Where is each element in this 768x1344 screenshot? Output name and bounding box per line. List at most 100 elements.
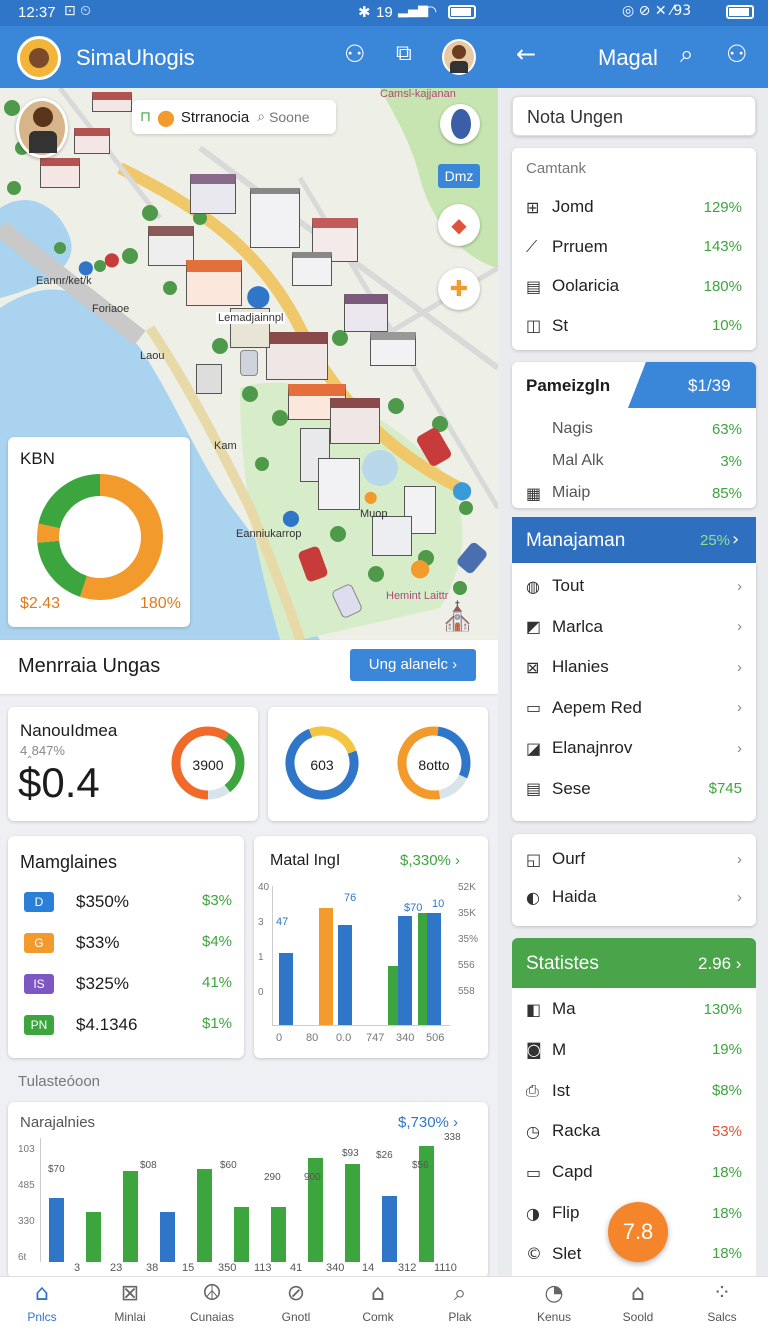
tab-1[interactable]: ⊠ Minlai — [90, 1280, 170, 1324]
narajalnies-chart-card[interactable]: Narajalnies $,730% › 103 485 330 6t 3 23 38 15 3… — [8, 1102, 488, 1278]
row-icon: ◙ — [526, 1040, 542, 1060]
panel-row[interactable]: ◩ Marlca › — [512, 608, 756, 646]
bottom-chart-bar[interactable] — [197, 1169, 212, 1262]
right-search-field[interactable]: Nota Ungen — [512, 96, 756, 136]
wifi-icon: ◠ — [424, 2, 438, 20]
mini-chart-bar[interactable] — [427, 913, 442, 1025]
panel-row[interactable]: ⎙ Ist $8% — [512, 1072, 756, 1110]
panel-row[interactable]: ◪ Elanajnrov › — [512, 729, 756, 767]
section-button[interactable]: Ung alanelc › — [350, 649, 476, 681]
kbn-title: KBN — [20, 449, 55, 468]
panel-row[interactable]: ◐ Haida › — [512, 878, 756, 916]
bottom-data-label: $70 — [48, 1164, 65, 1175]
mini-y-tick: 1 — [258, 952, 264, 963]
mini-chart-bar[interactable] — [397, 916, 412, 1025]
status-battery-text: 19 — [376, 4, 393, 21]
map-label: Muop — [360, 508, 388, 520]
mini-chart-bar[interactable] — [318, 908, 333, 1025]
rings-card[interactable]: 603 8otto — [268, 707, 488, 821]
map-building — [40, 158, 80, 188]
profile-icon[interactable]: ⚇ — [344, 40, 366, 68]
tab-label: Plak — [448, 1310, 472, 1324]
panel-row[interactable]: ⟋ Prruem 143% — [512, 228, 756, 266]
user-icon[interactable]: ⚇ — [726, 40, 748, 68]
bottom-x-tick: 41 — [290, 1262, 303, 1274]
bottom-chart-bar[interactable] — [234, 1207, 249, 1262]
map-pin-icon[interactable]: ⬤ — [246, 284, 271, 309]
row-value: › — [737, 577, 742, 595]
panel-row[interactable]: ▦ Miaip 85% — [512, 474, 756, 508]
stats-header[interactable]: Statistes 2.96 › — [512, 938, 756, 988]
search-icon[interactable]: ⌕ — [680, 40, 693, 68]
matal-chart-card[interactable]: Matal IngI $,330% › 40 3 1 0 52K 35K 35% 556 558… — [254, 836, 488, 1058]
promo-value[interactable]: $1/39 — [688, 376, 731, 396]
bottom-chart-bar[interactable] — [86, 1212, 101, 1262]
tab-8[interactable]: ⁘ Salcs — [682, 1280, 762, 1324]
tab-7[interactable]: ⌂ Soold — [598, 1280, 678, 1324]
tab-3[interactable]: ⊘ Gnotl — [256, 1280, 336, 1324]
bottom-chart-bar[interactable] — [345, 1164, 360, 1262]
list-card-title: Mamglaines — [20, 852, 118, 872]
nanou-stat-card[interactable]: NanouIdmea 4‸847% $0.4 3900 — [8, 707, 258, 821]
locate-button[interactable]: ✚ — [438, 268, 480, 310]
map-pin-icon[interactable]: ⬤ — [78, 260, 94, 276]
bottom-chart-bar[interactable] — [382, 1195, 397, 1262]
kbn-donut-card[interactable]: KBN $2.43 180% — [8, 437, 190, 627]
bottom-chart-bar[interactable] — [271, 1207, 286, 1262]
panel-row[interactable]: ◧ Ma 130% — [512, 990, 756, 1028]
bottom-data-label: 290 — [264, 1172, 281, 1183]
tab-5[interactable]: ⌕ Plak — [420, 1280, 500, 1324]
panel-row[interactable]: ◫ St 10% — [512, 307, 756, 345]
tab-2[interactable]: ☮ Cunaias — [172, 1280, 252, 1324]
list-badge: G — [24, 933, 54, 953]
mini-chart-link[interactable]: $,330% › — [400, 852, 460, 869]
panel-row[interactable]: ⊠ Hlanies › — [512, 648, 756, 686]
mini-y-tick: 0 — [258, 987, 264, 998]
bottom-chart-bar[interactable] — [123, 1171, 138, 1262]
row-value: › — [737, 850, 742, 868]
kbn-right-value: 180% — [140, 595, 181, 612]
bottom-x-tick: 38 — [146, 1262, 159, 1274]
map-pin-icon[interactable]: ⬤ — [452, 480, 472, 501]
mini-chart-bar[interactable] — [279, 953, 293, 1025]
map-pin-icon[interactable]: ⬤ — [104, 252, 120, 268]
right-search-text: Nota Ungen — [527, 107, 624, 127]
manage-header[interactable]: Manajaman 25% › — [512, 517, 756, 563]
bottom-chart-bar[interactable] — [49, 1197, 64, 1262]
tab-6[interactable]: ◔ Kenus — [514, 1280, 594, 1324]
avatar[interactable] — [442, 39, 476, 75]
tab-4[interactable]: ⌂ Comk — [338, 1280, 418, 1324]
row-icon: ▦ — [526, 483, 542, 503]
app-logo[interactable] — [17, 36, 61, 80]
layers-button[interactable]: ◆ — [438, 204, 480, 246]
section2-title: Tulasteóoon — [18, 1073, 101, 1090]
bottom-chart-bar[interactable] — [160, 1212, 175, 1262]
panel-row[interactable]: ◍ Tout › — [512, 567, 756, 605]
map-user-avatar[interactable] — [16, 98, 68, 158]
export-icon[interactable]: ⧉ — [396, 41, 412, 66]
bottom-y-tick: 6t — [18, 1252, 27, 1263]
bottom-y-tick: 103 — [18, 1144, 35, 1155]
panel-row[interactable]: ▤ Oolaricia 180% — [512, 267, 756, 305]
fab-button[interactable]: 7.8 — [608, 1202, 668, 1262]
tab-0[interactable]: ⌂ Pnlcs — [2, 1280, 82, 1324]
map-search-chip[interactable]: ⊓ ⬤ Strranocia ⌕ Soone — [132, 100, 336, 134]
mini-chart-bar[interactable] — [338, 925, 353, 1025]
mamglaines-card[interactable]: Mamglaines D $350% $3% G $33% $4% IS $325% 41% PN… — [8, 836, 244, 1058]
bottom-y-tick: 330 — [18, 1216, 35, 1227]
map-pill[interactable]: Dmz — [438, 164, 480, 188]
map-pin-icon[interactable]: ⬤ — [364, 490, 377, 504]
map-user-small[interactable] — [440, 104, 480, 144]
panel-row[interactable]: ◷ Racka 53% — [512, 1112, 756, 1150]
panel-row[interactable]: ▭ Aepem Red › — [512, 689, 756, 727]
panel-row[interactable]: ◙ M 19% — [512, 1031, 756, 1069]
map-pin-icon[interactable]: ⬤ — [282, 508, 300, 527]
panel-row[interactable]: ◱ Ourf › — [512, 840, 756, 878]
list-item-label: $350% — [76, 892, 129, 911]
bottom-chart-link[interactable]: $,730% › — [398, 1114, 458, 1131]
panel-row[interactable]: ▭ Capd 18% — [512, 1153, 756, 1191]
panel-row[interactable]: ▤ Sese $745 — [512, 770, 756, 808]
map-pin-icon[interactable]: ⬤ — [410, 558, 430, 579]
panel-row[interactable]: ⊞ Jomd 129% — [512, 188, 756, 226]
back-arrow-icon[interactable]: ← — [516, 40, 536, 68]
